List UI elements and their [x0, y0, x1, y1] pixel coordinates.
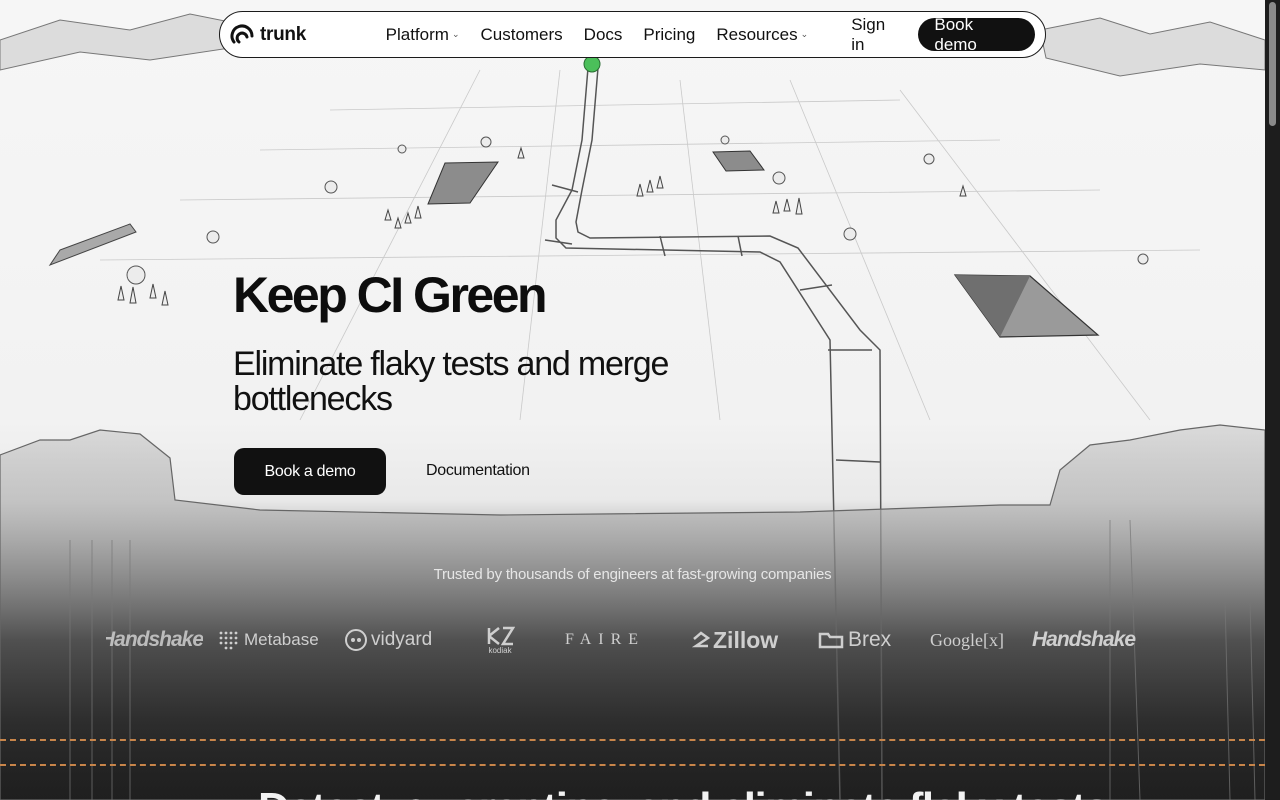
dashed-divider-bottom — [0, 764, 1265, 766]
hero-documentation-link[interactable]: Documentation — [426, 462, 530, 480]
zillow-logo: Zillow — [692, 620, 778, 660]
nav-links: Platform ⌄ Customers Docs Pricing Resourc… — [386, 25, 830, 45]
hero-book-demo-button[interactable]: Book a demo — [234, 448, 386, 495]
vidyard-logo: vidyard — [345, 620, 432, 660]
brex-logo: Brex — [818, 620, 891, 660]
hero-title: Keep CI Green — [233, 267, 548, 323]
top-navigation: trunk Platform ⌄ Customers Docs Pricing R… — [219, 11, 1046, 58]
customer-logos: Handshake Metabase vidyard kodiak FAIRE … — [100, 620, 1160, 660]
nav-docs[interactable]: Docs — [584, 25, 623, 45]
sign-in-link[interactable]: Sign in — [851, 15, 902, 55]
nav-customers[interactable]: Customers — [480, 25, 562, 45]
vidyard-icon — [345, 629, 367, 651]
nav-pricing-label: Pricing — [643, 24, 696, 44]
green-status-marker — [583, 55, 601, 73]
page-scrollbar[interactable] — [1265, 0, 1280, 800]
google-x-logo: Google[x] — [930, 629, 1004, 650]
logo-text: trunk — [260, 23, 307, 45]
nav-customers-label: Customers — [480, 24, 563, 44]
book-demo-button[interactable]: Book demo — [918, 15, 1035, 54]
chevron-down-icon: ⌄ — [800, 29, 809, 39]
kodiak-logo: kodiak — [485, 620, 515, 660]
metabase-logo: Metabase — [218, 620, 319, 660]
nav-resources[interactable]: Resources ⌄ — [716, 25, 808, 45]
brex-icon — [818, 632, 844, 649]
zillow-icon — [692, 631, 710, 648]
scrollbar-thumb[interactable] — [1269, 2, 1276, 126]
nav-resources-label: Resources — [716, 24, 798, 44]
dashed-divider-top — [0, 739, 1265, 741]
kodiak-icon — [487, 626, 515, 645]
metabase-icon — [219, 631, 238, 650]
nav-pricing[interactable]: Pricing — [643, 25, 695, 45]
handshake-logo-2: Handshake — [1032, 628, 1136, 651]
faire-logo: FAIRE — [565, 631, 646, 648]
trusted-by-text: Trusted by thousands of engineers at fas… — [433, 566, 832, 583]
trunk-logo[interactable]: trunk — [230, 22, 378, 48]
nav-platform[interactable]: Platform ⌄ — [386, 25, 460, 45]
handshake-logo: Handshake — [100, 628, 204, 651]
trunk-logo-icon — [230, 24, 254, 43]
hero-subtitle: Eliminate flaky tests and merge bottlene… — [233, 345, 669, 418]
next-section-heading: Detect, quarantine, and eliminate flaky … — [258, 784, 1109, 800]
nav-platform-label: Platform — [385, 24, 449, 44]
nav-docs-label: Docs — [583, 24, 623, 44]
chevron-down-icon: ⌄ — [451, 29, 460, 39]
